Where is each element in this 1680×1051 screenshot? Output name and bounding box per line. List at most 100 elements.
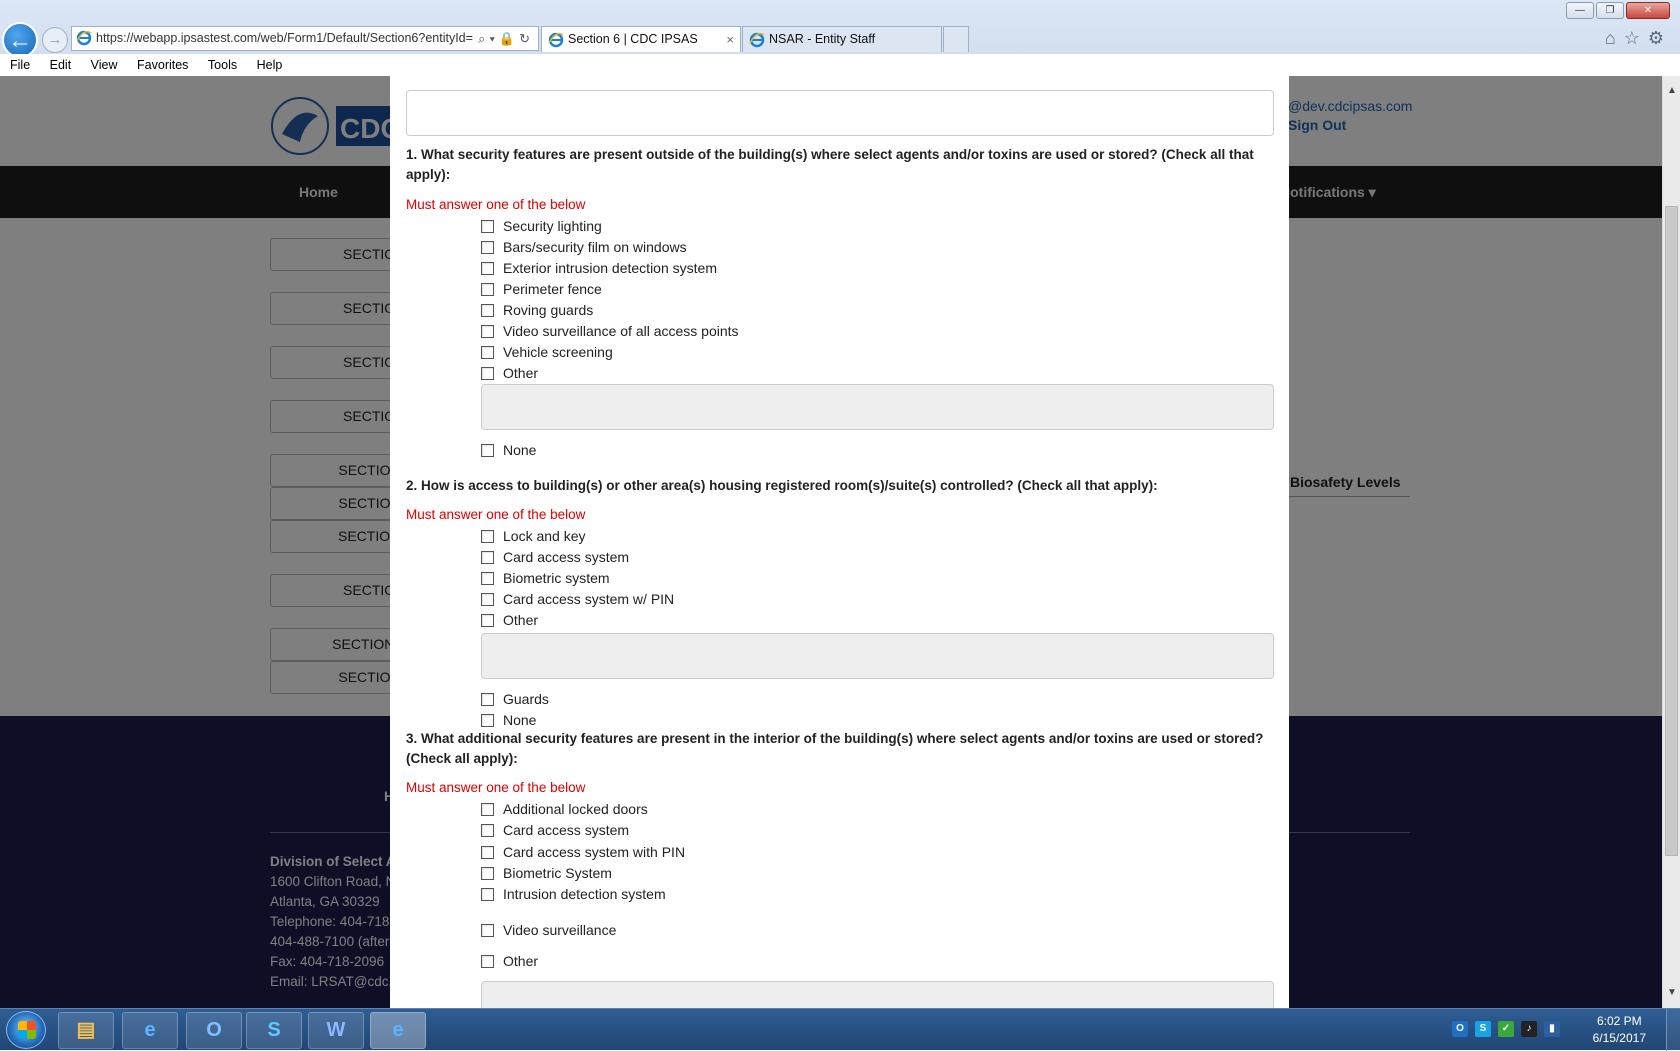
- checkbox[interactable]: [481, 887, 494, 901]
- settings-gear-icon[interactable]: ⚙: [1648, 28, 1672, 48]
- text-field[interactable]: [406, 90, 1274, 136]
- internet-explorer-active-icon[interactable]: e: [370, 1012, 426, 1049]
- skype-tray-icon[interactable]: S: [1475, 1021, 1491, 1037]
- scroll-down-icon[interactable]: ▼: [1663, 984, 1680, 1002]
- start-button[interactable]: [6, 1011, 46, 1049]
- forward-button[interactable]: →: [42, 27, 68, 53]
- checkbox[interactable]: [481, 592, 494, 606]
- q1-option-perimeter-fence[interactable]: Perimeter fence: [481, 280, 602, 298]
- q1-option-exterior-intrusion[interactable]: Exterior intrusion detection system: [481, 259, 717, 277]
- home-icon[interactable]: ⌂: [1605, 28, 1624, 48]
- option-label: Security lighting: [503, 218, 602, 234]
- checkbox[interactable]: [481, 692, 494, 706]
- q1-option-bars-security-film[interactable]: Bars/security film on windows: [481, 238, 687, 256]
- security-check-icon[interactable]: ✓: [1498, 1021, 1514, 1037]
- q2-option-guards[interactable]: Guards: [481, 690, 549, 708]
- checkbox[interactable]: [481, 261, 494, 275]
- battery-icon[interactable]: ▮: [1544, 1021, 1560, 1037]
- q3-option-card-access[interactable]: Card access system: [481, 821, 629, 839]
- menu-file[interactable]: File: [10, 58, 30, 72]
- word-icon[interactable]: W: [308, 1012, 364, 1049]
- restore-button[interactable]: ❐: [1596, 2, 1624, 19]
- address-controls-icon[interactable]: ⌕▾🔒↻: [474, 27, 534, 50]
- checkbox[interactable]: [481, 866, 494, 880]
- required-message: Must answer one of the below: [406, 507, 586, 522]
- checkbox[interactable]: [481, 282, 494, 296]
- q3-option-intrusion-detection[interactable]: Intrusion detection system: [481, 885, 666, 903]
- q2-option-lock-and-key[interactable]: Lock and key: [481, 527, 586, 545]
- show-desktop-button[interactable]: [1666, 1009, 1680, 1051]
- volume-icon[interactable]: ♪: [1521, 1021, 1537, 1037]
- q2-option-card-access[interactable]: Card access system: [481, 548, 629, 566]
- q2-option-other[interactable]: Other: [481, 611, 538, 629]
- q3-option-other[interactable]: Other: [481, 952, 538, 970]
- checkbox[interactable]: [481, 550, 494, 564]
- q2-option-card-access-pin[interactable]: Card access system w/ PIN: [481, 590, 674, 608]
- q1-option-none[interactable]: None: [481, 441, 536, 459]
- checkbox[interactable]: [481, 240, 494, 254]
- q3-other-input[interactable]: [481, 981, 1274, 1008]
- checkbox[interactable]: [481, 823, 494, 837]
- q2-option-biometric[interactable]: Biometric system: [481, 569, 610, 587]
- checkbox[interactable]: [481, 219, 494, 233]
- option-label: Intrusion detection system: [503, 886, 666, 902]
- favorites-star-icon[interactable]: ☆: [1624, 28, 1648, 48]
- option-label: Vehicle screening: [503, 344, 613, 360]
- page-scrollbar[interactable]: ▲ ▼: [1662, 76, 1680, 1008]
- address-bar[interactable]: https://webapp.ipsastest.com/web/Form1/D…: [71, 26, 539, 51]
- option-label: None: [503, 442, 537, 458]
- tab-section-6[interactable]: Section 6 | CDC IPSAS ×: [541, 26, 741, 52]
- option-label: None: [503, 712, 537, 728]
- q1-other-input[interactable]: [481, 384, 1274, 430]
- file-explorer-icon[interactable]: ▤: [58, 1012, 114, 1049]
- q2-option-none[interactable]: None: [481, 711, 536, 729]
- q1-option-video-surveillance[interactable]: Video surveillance of all access points: [481, 322, 739, 340]
- tab-label: NSAR - Entity Staff: [769, 32, 876, 46]
- q3-option-additional-locked-doors[interactable]: Additional locked doors: [481, 800, 648, 818]
- checkbox[interactable]: [481, 324, 494, 338]
- checkbox[interactable]: [481, 366, 494, 380]
- checkbox[interactable]: [481, 613, 494, 627]
- menu-view[interactable]: View: [91, 58, 118, 72]
- q1-option-security-lighting[interactable]: Security lighting: [481, 217, 602, 235]
- checkbox[interactable]: [481, 713, 494, 727]
- tab-nsar-entity-staff[interactable]: NSAR - Entity Staff: [742, 26, 942, 52]
- q3-option-card-access-pin[interactable]: Card access system with PIN: [481, 843, 685, 861]
- close-tab-icon[interactable]: ×: [726, 27, 734, 52]
- menu-edit[interactable]: Edit: [50, 58, 72, 72]
- q2-other-input[interactable]: [481, 633, 1274, 679]
- menu-favorites[interactable]: Favorites: [137, 58, 188, 72]
- checkbox[interactable]: [481, 954, 494, 968]
- q1-option-other[interactable]: Other: [481, 364, 538, 382]
- option-label: Biometric system: [503, 570, 610, 586]
- scroll-up-icon[interactable]: ▲: [1663, 82, 1680, 100]
- option-label: Video surveillance of all access points: [503, 323, 739, 339]
- checkbox[interactable]: [481, 529, 494, 543]
- q1-option-vehicle-screening[interactable]: Vehicle screening: [481, 343, 613, 361]
- skype-icon[interactable]: S: [246, 1012, 302, 1049]
- ie-favicon-icon: [749, 32, 765, 48]
- checkbox[interactable]: [481, 303, 494, 317]
- scroll-thumb[interactable]: [1665, 206, 1678, 856]
- outlook-tray-icon[interactable]: O: [1452, 1021, 1468, 1037]
- outlook-icon[interactable]: O: [186, 1012, 242, 1049]
- menu-help[interactable]: Help: [257, 58, 283, 72]
- q3-option-video-surveillance[interactable]: Video surveillance: [481, 921, 616, 939]
- q1-option-roving-guards[interactable]: Roving guards: [481, 301, 593, 319]
- checkbox[interactable]: [481, 571, 494, 585]
- checkbox[interactable]: [481, 345, 494, 359]
- minimize-button[interactable]: —: [1566, 2, 1594, 19]
- new-tab-button[interactable]: [943, 26, 969, 52]
- checkbox[interactable]: [481, 443, 494, 457]
- question-3-text: 3. What additional security features are…: [406, 731, 1264, 766]
- q3-option-biometric[interactable]: Biometric System: [481, 864, 612, 882]
- checkbox[interactable]: [481, 845, 494, 859]
- internet-explorer-icon[interactable]: e: [122, 1012, 178, 1049]
- back-button[interactable]: ←: [2, 22, 38, 58]
- checkbox[interactable]: [481, 923, 494, 937]
- security-questions-modal: 1. What security features are present ou…: [390, 76, 1289, 1008]
- checkbox[interactable]: [481, 802, 494, 816]
- close-window-button[interactable]: ✕: [1626, 2, 1670, 19]
- menu-tools[interactable]: Tools: [208, 58, 237, 72]
- system-clock[interactable]: 6:02 PM 6/15/2017: [1593, 1013, 1646, 1047]
